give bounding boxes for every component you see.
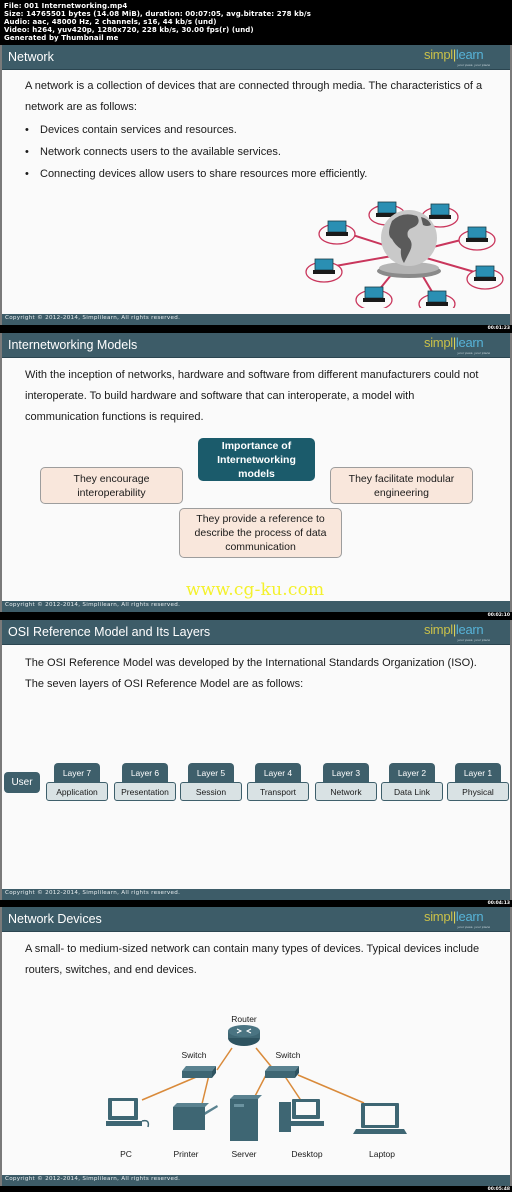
file-size: Size: 14765501 bytes (14.08 MiB), durati… bbox=[4, 10, 311, 18]
slide-header: Internetworking Models simpl|learn your … bbox=[2, 333, 510, 358]
osi-layer-number: Layer 4 bbox=[255, 763, 301, 783]
slide-title: Internetworking Models bbox=[8, 338, 138, 352]
simplilearn-logo: simpl|learn your pace. your place bbox=[424, 622, 490, 642]
pc-icon bbox=[106, 1098, 150, 1128]
bullet-item: Network connects users to the available … bbox=[25, 141, 490, 163]
concept-box: They encourage interoperability bbox=[40, 467, 183, 504]
timestamp: 00:04:13 bbox=[487, 901, 510, 906]
router-icon bbox=[228, 1025, 260, 1046]
network-globe-diagram bbox=[305, 201, 504, 308]
device-label: Server bbox=[231, 1149, 257, 1159]
osi-layer-name: Data Link bbox=[381, 782, 443, 801]
concept-box: They facilitate modular engineering bbox=[330, 467, 473, 504]
slide-body: The OSI Reference Model was developed by… bbox=[25, 653, 490, 695]
device-label: PC bbox=[120, 1149, 132, 1159]
slide-header: OSI Reference Model and Its Layers simpl… bbox=[2, 620, 510, 645]
intro-text: A network is a collection of devices tha… bbox=[25, 80, 483, 113]
generator-info: Generated by Thumbnail me bbox=[4, 34, 119, 42]
simplilearn-logo: simpl|learn your pace. your place bbox=[424, 335, 490, 355]
audio-info: Audio: aac, 48000 Hz, 2 channels, s16, 4… bbox=[4, 18, 217, 26]
osi-layer-name: Transport bbox=[247, 782, 309, 801]
osi-layer-name: Network bbox=[315, 782, 377, 801]
slide-osi-model: OSI Reference Model and Its Layers simpl… bbox=[0, 620, 512, 900]
osi-layer-number: Layer 2 bbox=[389, 763, 435, 783]
slide-body: With the inception of networks, hardware… bbox=[25, 365, 490, 428]
slide-network: Network simpl|learn your pace. your plac… bbox=[0, 45, 512, 325]
osi-user-box: User bbox=[4, 772, 40, 793]
laptop-node-icon bbox=[466, 265, 504, 290]
server-icon bbox=[230, 1095, 262, 1141]
intro-text: With the inception of networks, hardware… bbox=[25, 369, 479, 423]
copyright-text: Copyright © 2012-2014, Simplilearn, All … bbox=[5, 1176, 181, 1182]
device-label: Desktop bbox=[291, 1149, 323, 1159]
slide-footer: Copyright © 2012-2014, Simplilearn, All … bbox=[2, 889, 510, 900]
slide-footer: Copyright © 2012-2014, Simplilearn, All … bbox=[2, 601, 510, 612]
osi-layer-number: Layer 3 bbox=[323, 763, 369, 783]
laptop-node-icon bbox=[458, 226, 496, 251]
copyright-text: Copyright © 2012-2014, Simplilearn, All … bbox=[5, 890, 181, 896]
file-info: File: 001 Internetworking.mp4 Size: 1476… bbox=[4, 2, 311, 42]
timestamp: 00:05:48 bbox=[487, 1187, 510, 1192]
bullet-item: Devices contain services and resources. bbox=[25, 119, 490, 141]
bullet-list: Devices contain services and resources. … bbox=[25, 119, 490, 185]
slide-title: Network bbox=[8, 50, 54, 64]
osi-layer-name: Application bbox=[46, 782, 108, 801]
bullet-item: Connecting devices allow users to share … bbox=[25, 163, 490, 185]
timestamp: 00:01:23 bbox=[487, 326, 510, 331]
video-info: Video: h264, yuv420p, 1280x720, 228 kb/s… bbox=[4, 26, 254, 34]
printer-icon bbox=[173, 1103, 218, 1130]
file-name: File: 001 Internetworking.mp4 bbox=[4, 2, 128, 10]
osi-layer-name: Physical bbox=[447, 782, 509, 801]
osi-layer-number: Layer 1 bbox=[455, 763, 501, 783]
timestamp: 00:02:10 bbox=[487, 613, 510, 618]
watermark-text: www.cg-ku.com bbox=[186, 580, 325, 600]
simplilearn-logo: simpl|learn your pace. your place bbox=[424, 47, 490, 67]
switch-icon bbox=[265, 1066, 299, 1078]
laptop-node-icon bbox=[418, 290, 456, 308]
laptop-node-icon bbox=[305, 258, 343, 283]
copyright-text: Copyright © 2012-2014, Simplilearn, All … bbox=[5, 315, 181, 321]
switch-label: Switch bbox=[275, 1050, 301, 1060]
device-label: Laptop bbox=[369, 1149, 395, 1159]
switch-label: Switch bbox=[181, 1050, 207, 1060]
network-devices-diagram bbox=[106, 1025, 407, 1141]
osi-layer-number: Layer 7 bbox=[54, 763, 100, 783]
intro-text: The OSI Reference Model was developed by… bbox=[25, 657, 477, 690]
device-label: Printer bbox=[173, 1149, 199, 1159]
laptop-node-icon bbox=[355, 286, 393, 308]
slide-header: Network simpl|learn your pace. your plac… bbox=[2, 45, 510, 70]
slide-internetworking-models: Internetworking Models simpl|learn your … bbox=[0, 333, 512, 612]
slide-title: OSI Reference Model and Its Layers bbox=[8, 625, 211, 639]
copyright-text: Copyright © 2012-2014, Simplilearn, All … bbox=[5, 602, 181, 608]
laptop-icon bbox=[353, 1103, 407, 1134]
osi-layer-number: Layer 6 bbox=[122, 763, 168, 783]
slide-footer: Copyright © 2012-2014, Simplilearn, All … bbox=[2, 1175, 510, 1186]
osi-layer-number: Layer 5 bbox=[188, 763, 234, 783]
slide-footer: Copyright © 2012-2014, Simplilearn, All … bbox=[2, 314, 510, 325]
osi-layer-name: Session bbox=[180, 782, 242, 801]
desktop-icon bbox=[279, 1099, 324, 1132]
osi-layer-name: Presentation bbox=[114, 782, 176, 801]
slide-network-devices: Network Devices simpl|learn your pace. y… bbox=[0, 907, 512, 1186]
switch-icon bbox=[182, 1066, 216, 1078]
router-label: Router bbox=[231, 1014, 257, 1024]
laptop-node-icon bbox=[318, 220, 356, 245]
concept-center-box: Importance of Internetworking models bbox=[198, 438, 315, 481]
slide-body: A network is a collection of devices tha… bbox=[25, 76, 490, 185]
concept-box: They provide a reference to describe the… bbox=[179, 508, 342, 558]
